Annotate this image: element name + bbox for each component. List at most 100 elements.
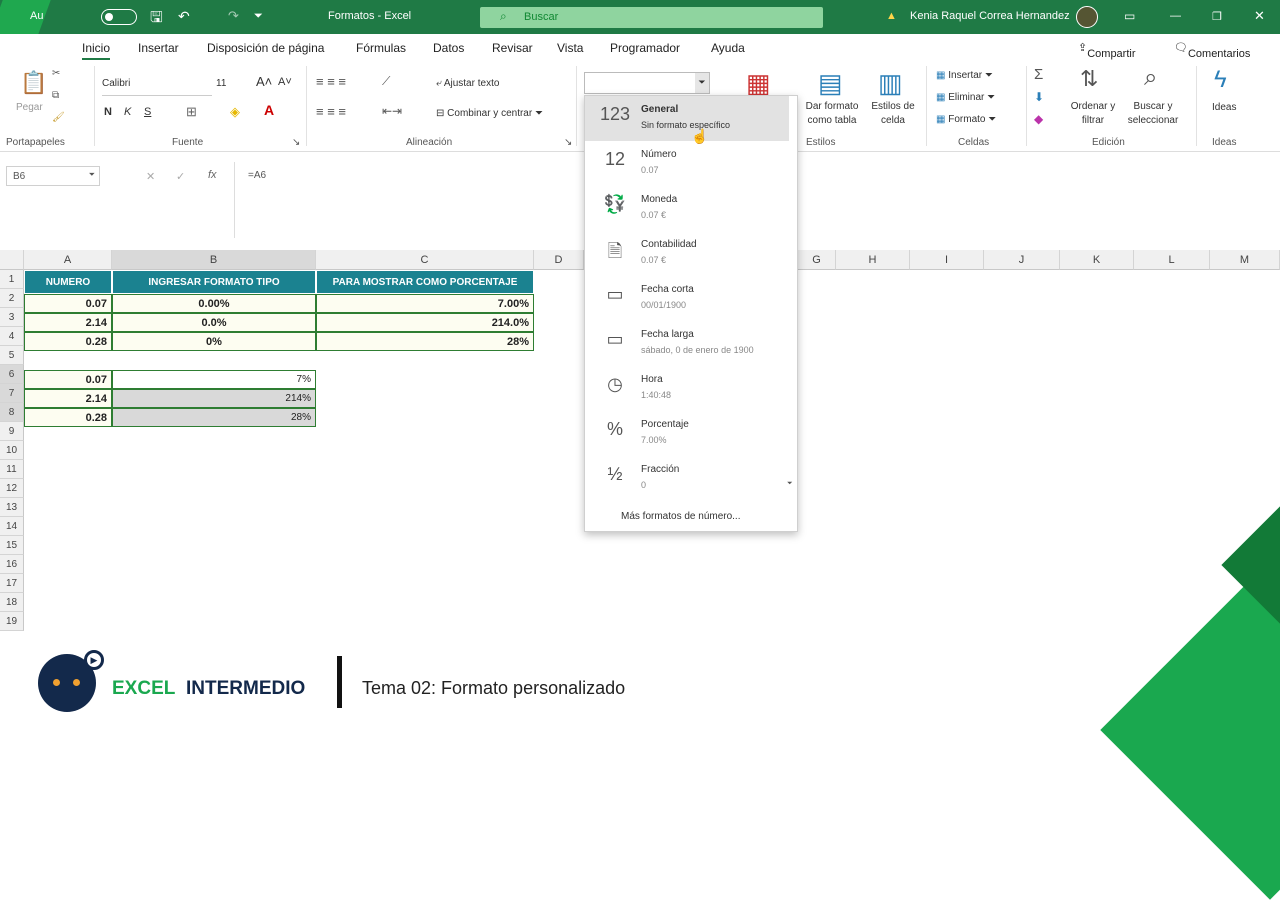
autosave-toggle[interactable]: [101, 9, 137, 25]
fill-icon[interactable]: ⬇: [1034, 90, 1044, 104]
cell-styles-label[interactable]: Estilos de celda: [868, 100, 918, 128]
indent-icon[interactable]: ⇤⇥: [382, 104, 402, 118]
comments-button[interactable]: 🗨 Comentarios: [1174, 41, 1250, 60]
table-header-cell[interactable]: INGRESAR FORMATO TIPO: [112, 270, 316, 294]
row-header[interactable]: 14: [0, 517, 24, 536]
column-header[interactable]: I: [910, 250, 984, 270]
row-header[interactable]: 5: [0, 346, 24, 365]
row-header[interactable]: 10: [0, 441, 24, 460]
tab-vista[interactable]: Vista: [557, 41, 583, 55]
table-cell[interactable]: 2.14: [24, 389, 112, 408]
tab-ayuda[interactable]: Ayuda: [711, 41, 745, 55]
number-format-select[interactable]: ⏷: [584, 72, 710, 94]
enter-icon[interactable]: ✓: [176, 170, 185, 183]
sort-filter-label[interactable]: Ordenar y filtrar: [1066, 100, 1120, 128]
close-icon[interactable]: ✕: [1254, 8, 1265, 24]
font-color-icon[interactable]: A: [264, 102, 274, 118]
tab-disposicion[interactable]: Disposición de página: [207, 41, 324, 55]
autosum-icon[interactable]: Σ: [1034, 66, 1043, 83]
warning-icon[interactable]: ▲: [886, 10, 897, 22]
dropdown-scrollbar[interactable]: ⏷: [787, 96, 795, 496]
row-header[interactable]: 15: [0, 536, 24, 555]
align-left-icon[interactable]: ≡ ≡ ≡: [316, 104, 346, 119]
alignment-dialog-icon[interactable]: ↘: [564, 137, 572, 148]
tab-formulas[interactable]: Fórmulas: [356, 41, 406, 55]
column-header[interactable]: G: [798, 250, 836, 270]
chevron-down-icon[interactable]: ⏷: [89, 170, 95, 180]
table-cell[interactable]: 7%: [112, 370, 316, 389]
column-header[interactable]: L: [1134, 250, 1210, 270]
table-cell[interactable]: 0.0%: [112, 313, 316, 332]
save-icon[interactable]: 🖫: [150, 7, 163, 32]
column-header[interactable]: K: [1060, 250, 1134, 270]
format-table-icon[interactable]: ▤: [818, 68, 843, 99]
clear-icon[interactable]: ◆: [1034, 112, 1043, 126]
share-button[interactable]: ⇪ Compartir: [1078, 41, 1136, 60]
insert-function-icon[interactable]: fx: [208, 169, 217, 181]
tab-datos[interactable]: Datos: [433, 41, 464, 55]
column-header[interactable]: C: [316, 250, 534, 270]
row-header[interactable]: 3: [0, 308, 24, 327]
qat-more-icon[interactable]: ⏷: [254, 10, 263, 23]
redo-icon[interactable]: ↷: [228, 8, 239, 24]
user-avatar[interactable]: [1076, 6, 1098, 28]
shrink-font-icon[interactable]: A˅: [278, 76, 292, 88]
number-format-option[interactable]: 💱 Moneda 0.07 €: [585, 186, 789, 231]
row-header[interactable]: 17: [0, 574, 24, 593]
column-header[interactable]: A: [24, 250, 112, 270]
minimize-icon[interactable]: —: [1170, 10, 1181, 22]
cancel-icon[interactable]: ✕: [146, 170, 155, 183]
find-select-icon[interactable]: ⌕: [1144, 64, 1157, 92]
table-cell[interactable]: 214%: [112, 389, 316, 408]
table-cell[interactable]: 0.07: [24, 370, 112, 389]
number-format-option[interactable]: 12 Número 0.07: [585, 141, 789, 186]
fill-color-icon[interactable]: ◈: [230, 104, 240, 120]
formula-input[interactable]: =A6: [248, 170, 266, 181]
row-header[interactable]: 16: [0, 555, 24, 574]
number-format-option[interactable]: 🗎 Contabilidad 0.07 €: [585, 231, 789, 276]
table-cell[interactable]: 214.0%: [316, 313, 534, 332]
merge-center-button[interactable]: ⊟ Combinar y centrar ⏷: [436, 108, 543, 119]
tab-insertar[interactable]: Insertar: [138, 41, 179, 55]
delete-cells-button[interactable]: ▦ Eliminar ⏷: [936, 92, 995, 103]
row-header[interactable]: 8: [0, 403, 24, 422]
row-header[interactable]: 18: [0, 593, 24, 612]
tab-inicio[interactable]: Inicio: [82, 41, 111, 60]
chevron-down-icon[interactable]: ⏷: [695, 73, 709, 93]
ribbon-display-icon[interactable]: ▭: [1124, 9, 1135, 23]
borders-icon[interactable]: ⊞: [186, 104, 197, 120]
column-header[interactable]: J: [984, 250, 1060, 270]
undo-icon[interactable]: ↶: [178, 8, 190, 25]
table-cell[interactable]: 28%: [316, 332, 534, 351]
row-header[interactable]: 13: [0, 498, 24, 517]
row-header[interactable]: 2: [0, 289, 24, 308]
format-painter-icon[interactable]: 🖌: [52, 112, 65, 123]
table-cell[interactable]: 0.28: [24, 408, 112, 427]
insert-cells-button[interactable]: ▦ Insertar ⏷: [936, 70, 993, 81]
row-header[interactable]: 4: [0, 327, 24, 346]
find-select-label[interactable]: Buscar y seleccionar: [1120, 100, 1186, 128]
font-dialog-icon[interactable]: ↘: [292, 137, 300, 148]
number-format-option[interactable]: ◷ Hora 1:40:48: [585, 366, 789, 411]
font-size-select[interactable]: 11: [216, 78, 226, 89]
row-header[interactable]: 11: [0, 460, 24, 479]
ideas-icon[interactable]: ϟ: [1214, 66, 1227, 94]
number-format-option[interactable]: ▭ Fecha corta 00/01/1900: [585, 276, 789, 321]
table-cell[interactable]: 2.14: [24, 313, 112, 332]
bold-button[interactable]: N: [104, 106, 112, 118]
tab-revisar[interactable]: Revisar: [492, 41, 533, 55]
table-cell[interactable]: 0.28: [24, 332, 112, 351]
font-name-select[interactable]: Calibri: [102, 78, 212, 96]
wrap-text-button[interactable]: ⤶ Ajustar texto: [436, 78, 499, 89]
number-format-option[interactable]: % Porcentaje 7.00%: [585, 411, 789, 456]
restore-icon[interactable]: ❐: [1212, 10, 1222, 23]
column-header[interactable]: M: [1210, 250, 1280, 270]
row-header[interactable]: 1: [0, 270, 24, 289]
select-all-corner[interactable]: [0, 250, 24, 270]
underline-button[interactable]: S: [144, 106, 151, 118]
user-name[interactable]: Kenia Raquel Correa Hernandez: [910, 10, 1070, 22]
tab-programador[interactable]: Programador: [610, 41, 680, 55]
row-header[interactable]: 9: [0, 422, 24, 441]
name-box[interactable]: B6 ⏷: [6, 166, 100, 186]
search-box[interactable]: ⌕ Buscar: [480, 7, 823, 28]
